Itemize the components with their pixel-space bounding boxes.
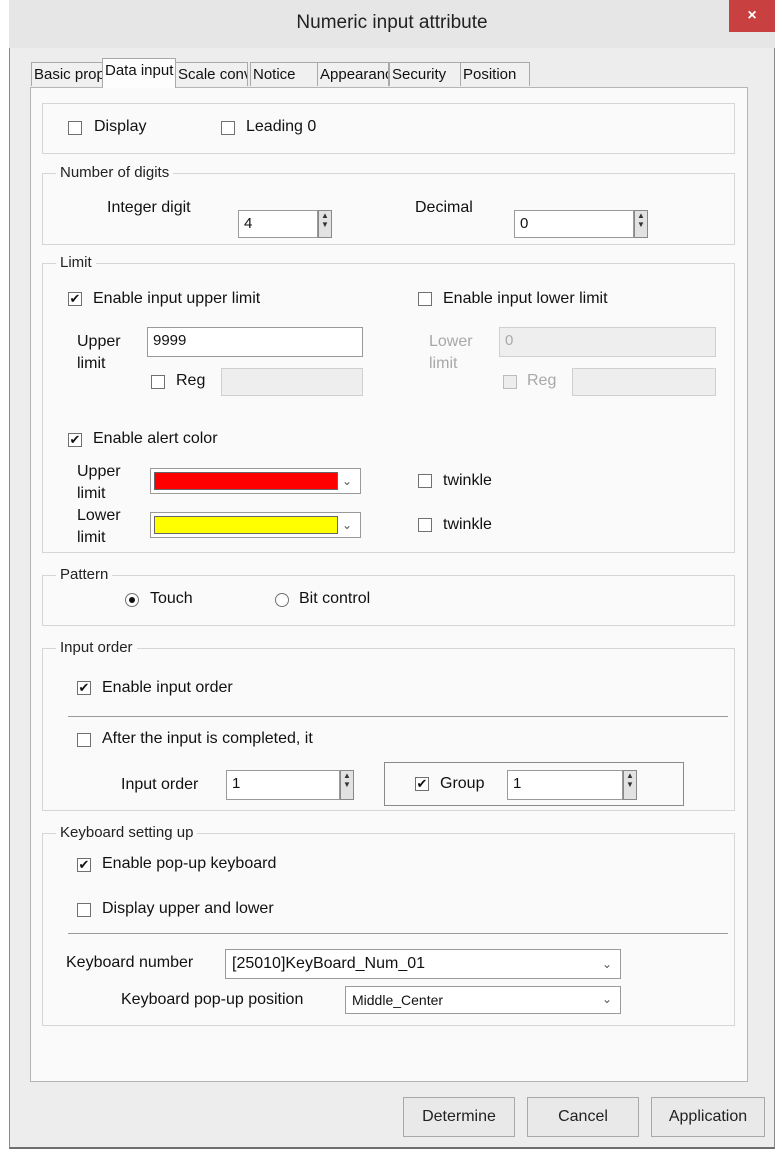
lower-alert-color-select[interactable]: ⌄ — [150, 512, 361, 538]
tab-security[interactable]: Security — [389, 62, 461, 86]
lower-limit-input[interactable]: 0 — [499, 327, 716, 357]
lower-reg-input[interactable] — [572, 368, 716, 396]
decimal-spinner[interactable]: ▲ ▼ — [634, 210, 648, 238]
limit-group-title: Limit — [56, 254, 96, 271]
input-order-input[interactable]: 1 — [226, 770, 340, 800]
spin-up-icon[interactable]: ▲ — [321, 211, 329, 220]
integer-digit-label: Integer digit — [107, 199, 191, 216]
lower-twinkle-label: twinkle — [443, 516, 492, 533]
enable-popup-keyboard-checkbox[interactable]: ✔ — [77, 858, 91, 872]
alert-lower-label-2: limit — [77, 529, 106, 546]
upper-twinkle-checkbox[interactable] — [418, 474, 432, 488]
upper-alert-color-select[interactable]: ⌄ — [150, 468, 361, 494]
spin-up-icon[interactable]: ▲ — [637, 211, 645, 220]
chevron-down-icon: ⌄ — [601, 992, 612, 1006]
display-label: Display — [94, 118, 147, 135]
upper-reg-label: Reg — [176, 372, 206, 389]
upper-limit-input[interactable]: 9999 — [147, 327, 363, 357]
spin-down-icon[interactable]: ▼ — [626, 780, 634, 789]
upper-color-swatch — [154, 472, 338, 490]
display-upper-lower-checkbox[interactable] — [77, 903, 91, 917]
lower-color-swatch — [154, 516, 338, 534]
window-title: Numeric input attribute — [296, 12, 488, 33]
touch-radio[interactable] — [125, 593, 139, 607]
display-checkbox[interactable] — [68, 121, 82, 135]
enable-popup-keyboard-label: Enable pop-up keyboard — [102, 855, 277, 872]
input-order-label: Input order — [121, 776, 199, 793]
lower-limit-label: Lower — [429, 333, 473, 350]
digits-group-title: Number of digits — [56, 164, 174, 181]
leading-zero-label: Leading 0 — [246, 118, 317, 135]
determine-button[interactable]: Determine — [403, 1097, 515, 1137]
enable-input-order-checkbox[interactable]: ✔ — [77, 681, 91, 695]
spin-down-icon[interactable]: ▼ — [321, 220, 329, 229]
alert-lower-label: Lower — [77, 507, 121, 524]
spin-up-icon[interactable]: ▲ — [343, 771, 351, 780]
tab-basic-properties[interactable]: Basic properties — [31, 62, 103, 86]
pattern-group — [42, 575, 735, 626]
divider — [68, 716, 728, 717]
group-label: Group — [440, 775, 485, 792]
spin-down-icon[interactable]: ▼ — [637, 220, 645, 229]
input-order-spinner[interactable]: ▲ ▼ — [340, 770, 354, 800]
keyboard-number-select[interactable]: [25010]KeyBoard_Num_01 ⌄ — [225, 949, 621, 979]
group-checkbox[interactable]: ✔ — [415, 777, 429, 791]
upper-limit-label: Upper — [77, 333, 121, 350]
chevron-down-icon: ⌄ — [341, 474, 352, 488]
keyboard-position-label: Keyboard pop-up position — [121, 991, 304, 1008]
input-order-group-title: Input order — [56, 639, 137, 656]
spin-down-icon[interactable]: ▼ — [343, 780, 351, 789]
upper-reg-input[interactable] — [221, 368, 363, 396]
decimal-label: Decimal — [415, 199, 473, 216]
pattern-group-title: Pattern — [56, 566, 113, 583]
lower-reg-checkbox[interactable] — [503, 375, 517, 389]
tab-notice[interactable]: Notice — [250, 62, 318, 86]
integer-digit-spinner[interactable]: ▲ ▼ — [318, 210, 332, 238]
alert-upper-label: Upper — [77, 463, 121, 480]
divider — [68, 933, 728, 934]
bit-control-label: Bit control — [299, 590, 371, 607]
keyboard-number-value: [25010]KeyBoard_Num_01 — [232, 955, 426, 972]
group-spinner[interactable]: ▲ ▼ — [623, 770, 637, 800]
chevron-down-icon: ⌄ — [601, 957, 612, 971]
group-input[interactable]: 1 — [507, 770, 623, 800]
tab-appearance[interactable]: Appearance — [317, 62, 389, 86]
upper-twinkle-label: twinkle — [443, 472, 492, 489]
keyboard-group-title: Keyboard setting up — [56, 824, 198, 841]
integer-digit-input[interactable]: 4 — [238, 210, 318, 238]
cancel-button[interactable]: Cancel — [527, 1097, 639, 1137]
tab-position[interactable]: Position — [460, 62, 530, 86]
keyboard-position-select[interactable]: Middle_Center ⌄ — [345, 986, 621, 1014]
keyboard-number-label: Keyboard number — [66, 954, 194, 971]
lower-reg-label: Reg — [527, 372, 557, 389]
enable-upper-limit-label: Enable input upper limit — [93, 290, 261, 307]
tab-scale-conversion[interactable]: Scale conversion — [175, 62, 248, 86]
enable-lower-limit-checkbox[interactable] — [418, 292, 432, 306]
decimal-input[interactable]: 0 — [514, 210, 634, 238]
chevron-down-icon: ⌄ — [341, 518, 352, 532]
lower-limit-label-2: limit — [429, 355, 458, 372]
tab-data-input[interactable]: Data input — [102, 58, 176, 88]
application-button[interactable]: Application — [651, 1097, 765, 1137]
after-input-completed-checkbox[interactable] — [77, 733, 91, 747]
lower-twinkle-checkbox[interactable] — [418, 518, 432, 532]
enable-alert-color-checkbox[interactable]: ✔ — [68, 433, 82, 447]
enable-lower-limit-label: Enable input lower limit — [443, 290, 608, 307]
touch-label: Touch — [150, 590, 193, 607]
display-upper-lower-label: Display upper and lower — [102, 900, 274, 917]
alert-upper-label-2: limit — [77, 485, 106, 502]
after-input-completed-label: After the input is completed, it — [102, 730, 313, 747]
close-button[interactable]: × — [729, 0, 775, 32]
radio-selected-dot — [129, 597, 135, 603]
bit-control-radio[interactable] — [275, 593, 289, 607]
upper-limit-label-2: limit — [77, 355, 106, 372]
enable-upper-limit-checkbox[interactable]: ✔ — [68, 292, 82, 306]
keyboard-position-value: Middle_Center — [352, 992, 444, 1008]
enable-alert-color-label: Enable alert color — [93, 430, 218, 447]
upper-reg-checkbox[interactable] — [151, 375, 165, 389]
leading-zero-checkbox[interactable] — [221, 121, 235, 135]
enable-input-order-label: Enable input order — [102, 679, 233, 696]
spin-up-icon[interactable]: ▲ — [626, 771, 634, 780]
